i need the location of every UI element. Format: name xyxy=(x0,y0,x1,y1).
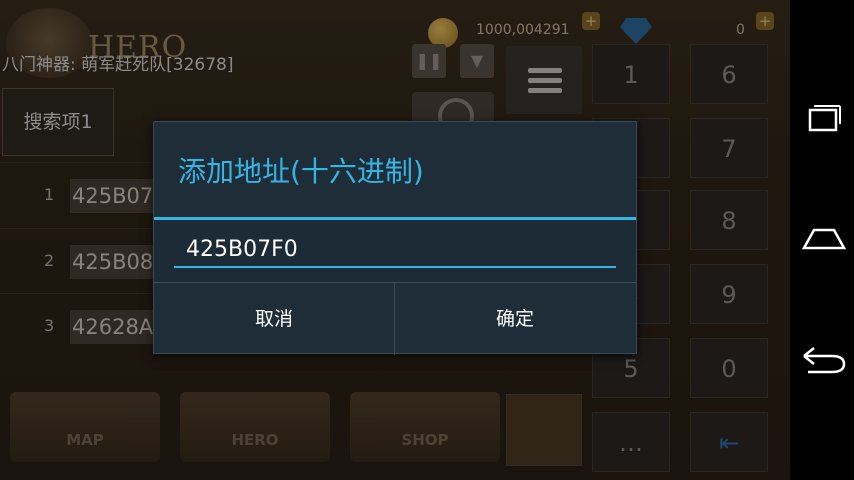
address-input[interactable] xyxy=(174,232,616,268)
navigation-bar xyxy=(790,0,854,480)
cancel-button[interactable]: 取消 xyxy=(154,283,395,355)
recents-button[interactable] xyxy=(798,100,846,140)
dialog-button-row: 取消 确定 xyxy=(154,282,636,355)
ok-button[interactable]: 确定 xyxy=(395,283,635,355)
back-button[interactable] xyxy=(798,340,846,380)
recents-icon xyxy=(808,105,841,132)
back-icon xyxy=(803,347,846,374)
dialog-body xyxy=(154,220,636,282)
home-icon xyxy=(801,228,847,250)
dialog-title: 添加地址(十六进制) xyxy=(178,155,424,188)
home-button[interactable] xyxy=(798,220,847,260)
add-address-dialog: 添加地址(十六进制) 取消 确定 xyxy=(153,121,637,355)
